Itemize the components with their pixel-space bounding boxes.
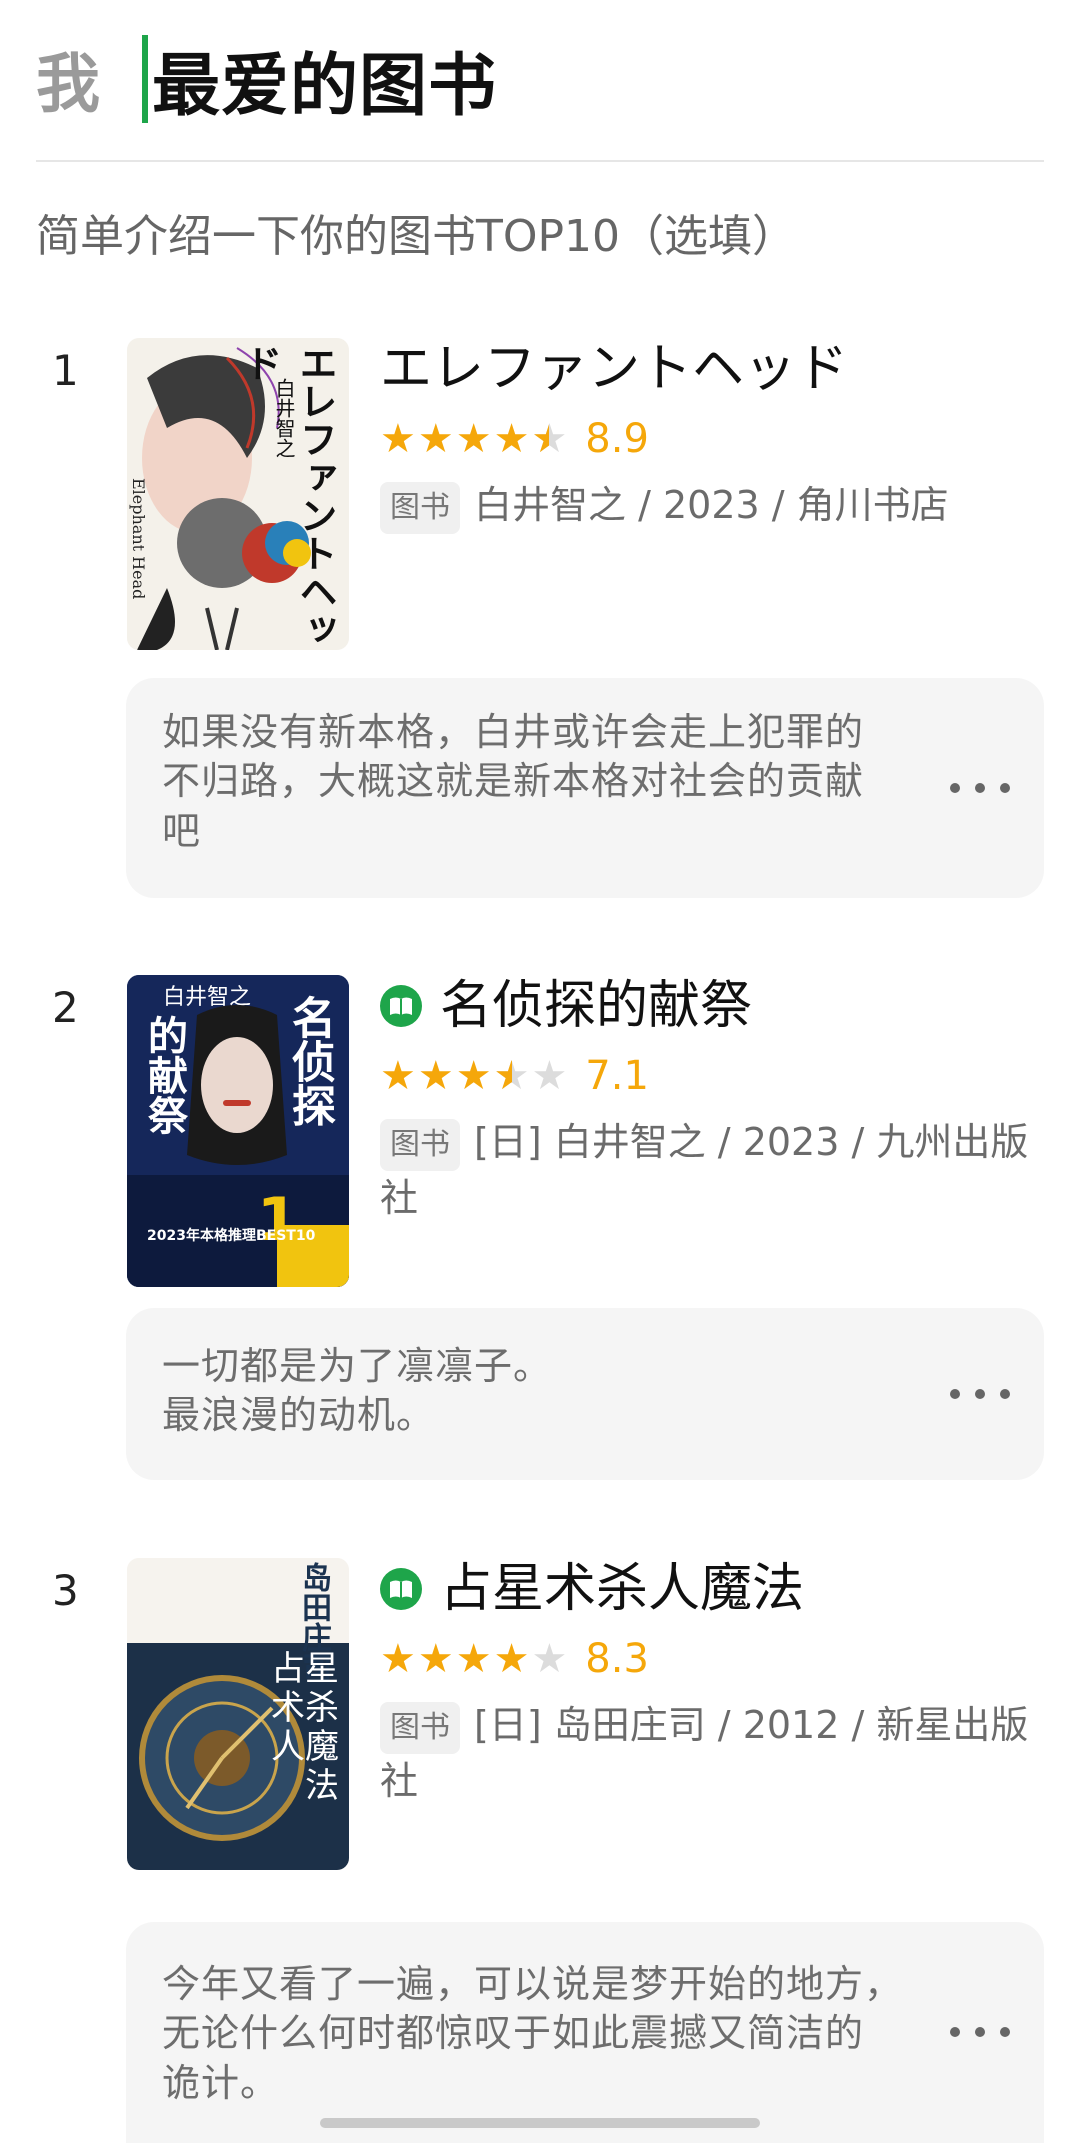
star-icon: ★ [380,416,416,463]
star-icon: ★ [455,1053,492,1100]
title-row: 我 最爱的图书 [36,34,497,126]
comment-text: 如果没有新本格，白井或许会走上犯罪的 不归路，大概这就是新本格对社会的贡献 吧 [162,710,865,853]
book-info: 占星术杀人魔法 ★ ★ ★ ★ ★ 8.3 图书 [日] 岛田庄司 / 2012 / 新星… [380,1558,1044,1809]
category-tag: 图书 [380,1119,460,1171]
rating-score: 8.9 [585,416,649,463]
home-indicator[interactable] [320,2118,760,2128]
more-button[interactable] [950,2012,1010,2052]
rating-row: ★★★★★ 7.1 [380,1053,1044,1099]
dot-icon [1000,2027,1010,2037]
star-icon: ★ [493,416,530,463]
dot-icon [975,1389,985,1399]
more-button[interactable] [950,768,1010,808]
read-status-icon [380,985,422,1028]
divider [36,160,1044,162]
star-icon: ★ [493,1636,530,1683]
empty-star-icon: ★ [531,1636,568,1683]
book-title[interactable]: 名侦探的献祭 [380,975,1044,1037]
book-meta-text: [日] 岛田庄司 / 2012 / 新星出版社 [380,1703,1029,1803]
half-star-icon: ★ [494,1056,530,1096]
book-title-text: 名侦探的献祭 [440,976,753,1036]
more-button[interactable] [950,1374,1010,1414]
list-title-input[interactable]: 最爱的图书 [152,30,497,129]
cover-title-a: 名侦探 [284,995,335,1127]
cover-title: 占星术杀人魔法 [271,1649,339,1807]
book-cover[interactable]: 岛田庄司 占星术杀人魔法 [127,1558,349,1870]
dot-icon [950,783,960,793]
star-rating: ★ ★ ★ ★ ★ [380,1639,569,1679]
dot-icon [1000,783,1010,793]
star-icon: ★ [417,1636,454,1683]
book-meta: 图书 白井智之 / 2023 / 角川书店 [380,478,1044,534]
book-info: エレファントヘッド ★★★★★ 8.9 图书白井智之 / 2023 / 角川书店 [380,338,1044,534]
star-icon: ★ [455,416,492,463]
dot-icon [975,2027,985,2037]
rank-number: 1 [52,346,79,395]
empty-star-icon: ★ [531,1053,568,1100]
book-cover[interactable]: エレファントヘッド 白井智之 Elephant Head [127,338,349,650]
dot-icon [1000,1389,1010,1399]
dot-icon [950,2027,960,2037]
book-meta-text: 白井智之 / 2023 / 角川书店 [474,483,949,528]
book-title-text: エレファントヘッド [380,339,849,399]
comment-text: 一切都是为了凛凛子。 最浪漫的动机。 [162,1344,553,1438]
dot-icon [975,783,985,793]
rank-number: 3 [52,1566,79,1615]
rating-row: ★ ★ ★ ★ ★ 8.3 [380,1636,1044,1682]
intro-input[interactable]: 简单介绍一下你的图书TOP10（选填） [36,200,796,264]
comment-card[interactable]: 今年又看了一遍，可以说是梦开始的地方， 无论什么何时都惊叹于如此震撼又简洁的 诡… [126,1922,1044,2143]
cover-banner: 2023年本格推理BEST10 [147,1228,316,1244]
rating-score: 7.1 [585,1053,649,1100]
star-icon: ★ [417,416,454,463]
book-title[interactable]: 占星术杀人魔法 [380,1558,1044,1620]
star-icon: ★ [380,1636,416,1683]
cover-author: 白井智之 [163,985,252,1010]
book-cover[interactable]: 1 白井智之 名侦探 的献祭 2023年本格推理BEST10 [127,975,349,1287]
rating-score: 8.3 [585,1636,649,1683]
text-cursor [142,35,148,123]
rank-number: 2 [52,983,79,1032]
cover-author: 白井智之 [272,378,296,458]
star-rating: ★ ★ ★ ★ ★ [380,419,569,459]
category-tag: 图书 [380,1702,460,1754]
dot-icon [950,1389,960,1399]
rating-row: ★★★★★ 8.9 [380,416,1044,462]
book-title[interactable]: エレファントヘッド [380,338,1044,400]
book-meta: 图书 [日] 岛田庄司 / 2012 / 新星出版社 [380,1698,1044,1808]
comment-card[interactable]: 一切都是为了凛凛子。 最浪漫的动机。 [126,1308,1044,1480]
comment-card[interactable]: 如果没有新本格，白井或许会走上犯罪的 不归路，大概这就是新本格对社会的贡献 吧 [126,678,1044,898]
cover-title-b: 的献祭 [141,1015,188,1135]
star-icon: ★ [417,1053,454,1100]
book-info: 名侦探的献祭 ★★★★★ 7.1 图书[日] 白井智之 / 2023 / 九州出… [380,975,1044,1226]
category-tag: 图书 [380,482,460,534]
cover-english-title: Elephant Head [129,478,148,600]
read-status-icon [380,1568,422,1611]
book-meta: 图书 [日] 白井智之 / 2023 / 九州出版社 [380,1115,1044,1225]
title-prefix: 我 [36,48,100,122]
book-title-text: 占星术杀人魔法 [440,1559,805,1619]
star-icon: ★ [455,1636,492,1683]
half-star-icon: ★ [531,419,567,459]
comment-text: 今年又看了一遍，可以说是梦开始的地方， 无论什么何时都惊叹于如此震撼又简洁的 诡… [162,1962,904,2105]
star-rating: ★ ★ ★ ★ ★ [380,1056,569,1096]
book-meta-text: [日] 白井智之 / 2023 / 九州出版社 [380,1120,1029,1220]
star-icon: ★ [380,1053,416,1100]
